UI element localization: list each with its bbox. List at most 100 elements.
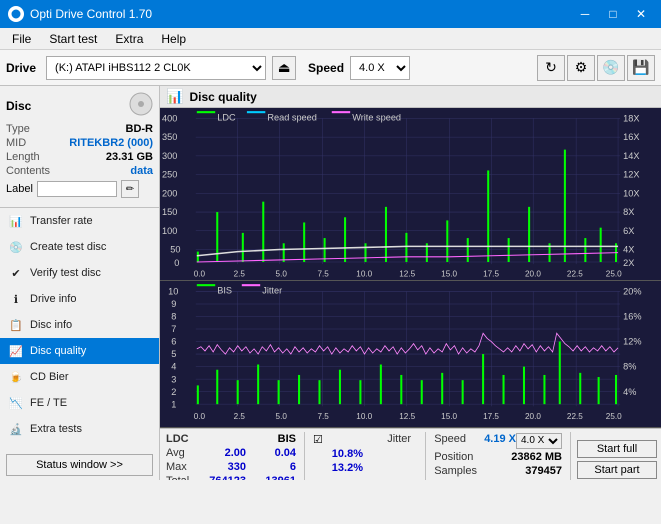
disc-info-icon: 📋 xyxy=(8,317,24,333)
ldc-total: 764123 xyxy=(196,475,246,480)
settings-button[interactable]: ⚙ xyxy=(567,55,595,81)
start-full-button[interactable]: Start full xyxy=(577,440,657,458)
svg-text:10.0: 10.0 xyxy=(356,411,372,420)
menu-extra[interactable]: Extra xyxy=(107,30,151,48)
drive-select[interactable]: (K:) ATAPI iHBS112 2 CL0K xyxy=(46,56,266,80)
sidebar-item-disc-quality[interactable]: 📈 Disc quality xyxy=(0,338,159,364)
svg-text:2.5: 2.5 xyxy=(234,270,246,279)
divider-3 xyxy=(570,432,571,480)
label-edit-button[interactable]: ✏ xyxy=(121,180,139,198)
svg-text:2: 2 xyxy=(171,386,176,396)
avg-label: Avg xyxy=(166,447,196,459)
sidebar-item-create-test-disc[interactable]: 💿 Create test disc xyxy=(0,234,159,260)
svg-text:BIS: BIS xyxy=(217,285,232,295)
sidebar-item-label: Transfer rate xyxy=(30,215,93,227)
svg-text:22.5: 22.5 xyxy=(567,270,583,279)
svg-text:5.0: 5.0 xyxy=(276,411,288,420)
disc-panel: Disc Type BD-R MID RITEKBR2 (000) Length… xyxy=(0,86,159,208)
speed-stat-select[interactable]: 4.0 X xyxy=(516,433,562,449)
speed-select[interactable]: 4.0 X xyxy=(350,56,410,80)
svg-text:100: 100 xyxy=(162,226,177,236)
menu-help[interactable]: Help xyxy=(153,30,194,48)
sidebar-item-cd-bier[interactable]: 🍺 CD Bier xyxy=(0,364,159,390)
ldc-header-row: LDC BIS xyxy=(164,432,298,446)
status-window-button[interactable]: Status window >> xyxy=(6,454,153,476)
svg-text:12X: 12X xyxy=(623,170,639,180)
jitter-max: 13.2% xyxy=(313,462,363,474)
disc-title: Disc xyxy=(6,99,31,113)
svg-text:2X: 2X xyxy=(623,258,634,268)
sidebar-item-label: Disc quality xyxy=(30,345,86,357)
top-chart-svg: 400 350 300 250 200 150 100 50 0 18X 16X… xyxy=(160,108,661,280)
speed-header-row: Speed 4.19 X 4.0 X xyxy=(432,432,564,450)
minimize-button[interactable]: ─ xyxy=(573,5,597,23)
mid-value: RITEKBR2 (000) xyxy=(69,137,153,149)
svg-text:9: 9 xyxy=(171,299,176,309)
svg-text:14X: 14X xyxy=(623,151,639,161)
action-buttons: Start full Start part xyxy=(577,432,657,480)
jitter-checkbox[interactable]: ☑ xyxy=(313,433,323,446)
save-button[interactable]: 💾 xyxy=(627,55,655,81)
svg-text:0.0: 0.0 xyxy=(194,411,206,420)
svg-text:250: 250 xyxy=(162,170,177,180)
sidebar-item-drive-info[interactable]: ℹ Drive info xyxy=(0,286,159,312)
chart-container: 400 350 300 250 200 150 100 50 0 18X 16X… xyxy=(160,108,661,428)
label-input[interactable] xyxy=(37,181,117,197)
menu-start-test[interactable]: Start test xyxy=(41,30,105,48)
disc-quality-icon: 📈 xyxy=(8,343,24,359)
avg-row: Avg 2.00 0.04 xyxy=(164,446,298,460)
type-value: BD-R xyxy=(126,123,154,135)
sidebar-item-fe-te[interactable]: 📉 FE / TE xyxy=(0,390,159,416)
disc-button[interactable]: 💿 xyxy=(597,55,625,81)
refresh-button[interactable]: ↻ xyxy=(537,55,565,81)
start-part-button[interactable]: Start part xyxy=(577,461,657,479)
drive-info-icon: ℹ xyxy=(8,291,24,307)
svg-text:17.5: 17.5 xyxy=(483,411,499,420)
toolbar-icons: ↻ ⚙ 💿 💾 xyxy=(537,55,655,81)
disc-length-row: Length 23.31 GB xyxy=(6,151,153,163)
menu-file[interactable]: File xyxy=(4,30,39,48)
svg-text:5: 5 xyxy=(171,349,176,359)
jitter-header-row: ☑ Jitter xyxy=(311,432,419,447)
bis-total: 13961 xyxy=(246,475,296,480)
speed-stats: Speed 4.19 X 4.0 X Position 23862 MB Sam… xyxy=(432,432,564,480)
menu-bar: File Start test Extra Help xyxy=(0,28,661,50)
main-layout: Disc Type BD-R MID RITEKBR2 (000) Length… xyxy=(0,86,661,480)
samples-label: Samples xyxy=(434,465,477,477)
svg-text:18X: 18X xyxy=(623,113,639,123)
total-label: Total xyxy=(166,475,196,480)
sidebar-item-extra-tests[interactable]: 🔬 Extra tests xyxy=(0,416,159,442)
samples-val: 379457 xyxy=(512,465,562,477)
disc-mid-row: MID RITEKBR2 (000) xyxy=(6,137,153,149)
sidebar-item-disc-info[interactable]: 📋 Disc info xyxy=(0,312,159,338)
svg-text:3: 3 xyxy=(171,374,176,384)
svg-text:8%: 8% xyxy=(623,361,636,371)
ldc-avg: 2.00 xyxy=(196,447,246,459)
label-text: Label xyxy=(6,183,33,195)
position-label: Position xyxy=(434,451,473,463)
jitter-total-row xyxy=(311,475,419,477)
chart-header: 📊 Disc quality xyxy=(160,86,661,108)
svg-text:5.0: 5.0 xyxy=(276,270,288,279)
sidebar-item-verify-test-disc[interactable]: ✔ Verify test disc xyxy=(0,260,159,286)
svg-text:10: 10 xyxy=(168,286,178,296)
position-val: 23862 MB xyxy=(511,451,562,463)
svg-text:LDC: LDC xyxy=(217,112,236,122)
sidebar: Disc Type BD-R MID RITEKBR2 (000) Length… xyxy=(0,86,160,480)
type-key: Type xyxy=(6,123,30,135)
svg-text:16X: 16X xyxy=(623,132,639,142)
svg-text:Read speed: Read speed xyxy=(267,112,317,122)
svg-text:12.5: 12.5 xyxy=(399,270,415,279)
maximize-button[interactable]: □ xyxy=(601,5,625,23)
window-controls: ─ □ ✕ xyxy=(573,5,653,23)
close-button[interactable]: ✕ xyxy=(629,5,653,23)
svg-text:12.5: 12.5 xyxy=(399,411,415,420)
jitter-avg-row: 10.8% xyxy=(311,447,419,461)
total-row: Total 764123 13961 xyxy=(164,474,298,480)
svg-text:0.0: 0.0 xyxy=(194,270,206,279)
sidebar-item-label: FE / TE xyxy=(30,397,67,409)
max-row: Max 330 6 xyxy=(164,460,298,474)
chart-area: 📊 Disc quality xyxy=(160,86,661,480)
eject-button[interactable]: ⏏ xyxy=(272,56,296,80)
sidebar-item-transfer-rate[interactable]: 📊 Transfer rate xyxy=(0,208,159,234)
